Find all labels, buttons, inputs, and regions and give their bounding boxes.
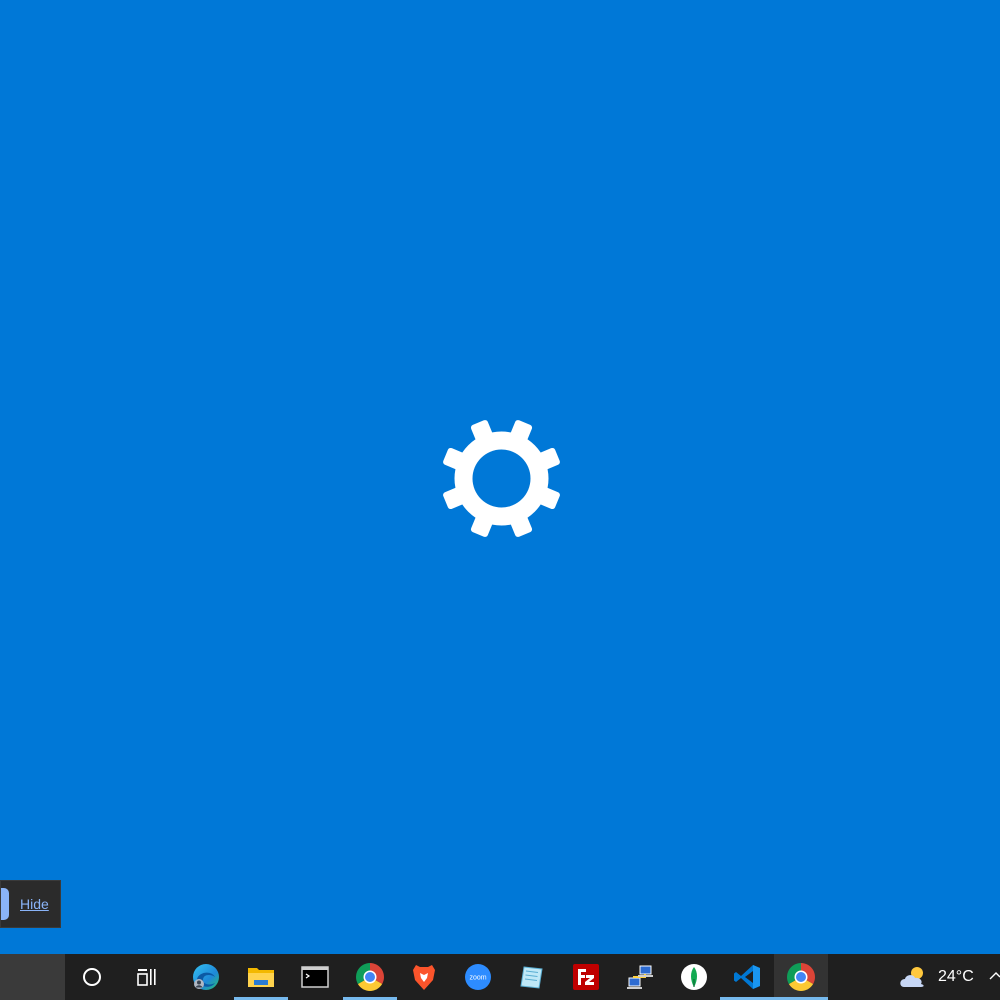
taskbar-zoom-button[interactable]: zoom	[451, 954, 505, 1000]
hide-link[interactable]: Hide	[20, 896, 49, 912]
chrome-icon	[787, 963, 815, 991]
file-explorer-icon	[248, 968, 274, 987]
taskbar-file-explorer-button[interactable]	[234, 954, 288, 1000]
chrome-icon	[356, 963, 384, 991]
task-view-icon	[137, 969, 156, 986]
edge-icon	[193, 964, 219, 990]
cortana-icon	[83, 968, 101, 986]
taskbar-terminal-button[interactable]	[288, 954, 342, 1000]
settings-splash-screen	[0, 0, 1000, 954]
zoom-icon: zoom	[465, 964, 491, 990]
vscode-icon	[734, 965, 760, 989]
taskbar-chrome-button[interactable]	[343, 954, 397, 1000]
taskbar-brave-button[interactable]	[397, 954, 451, 1000]
gear-icon	[443, 420, 560, 537]
taskbar-notepad-button[interactable]	[505, 954, 559, 1000]
partly-cloudy-icon	[900, 967, 924, 987]
desktop-screen: Hide zoom 24°C	[0, 0, 1000, 1000]
sharing-notification-bar: Hide	[0, 880, 61, 928]
taskbar-task-view-button[interactable]	[120, 954, 174, 1000]
brave-icon	[413, 965, 435, 990]
weather-widget[interactable]: 24°C	[898, 954, 974, 1000]
taskbar: zoom 24°C	[0, 954, 1000, 1000]
taskbar-vscode-button[interactable]	[720, 954, 774, 1000]
notification-accent	[1, 888, 9, 920]
notepad-icon	[520, 966, 543, 989]
taskbar-chrome-active-button[interactable]	[774, 954, 828, 1000]
filezilla-icon	[573, 964, 599, 990]
taskbar-search-area[interactable]	[0, 954, 65, 1000]
taskbar-cortana-button[interactable]	[65, 954, 119, 1000]
mongodb-compass-icon	[681, 964, 707, 990]
network-icon	[627, 965, 653, 989]
terminal-icon	[301, 966, 329, 988]
taskbar-filezilla-button[interactable]	[559, 954, 613, 1000]
taskbar-mongodb-compass-button[interactable]	[667, 954, 721, 1000]
zoom-logo-text: zoom	[469, 975, 486, 982]
weather-temperature: 24°C	[938, 968, 974, 985]
chevron-up-icon[interactable]	[988, 968, 1000, 984]
taskbar-edge-button[interactable]	[179, 954, 233, 1000]
taskbar-network-button[interactable]	[613, 954, 667, 1000]
